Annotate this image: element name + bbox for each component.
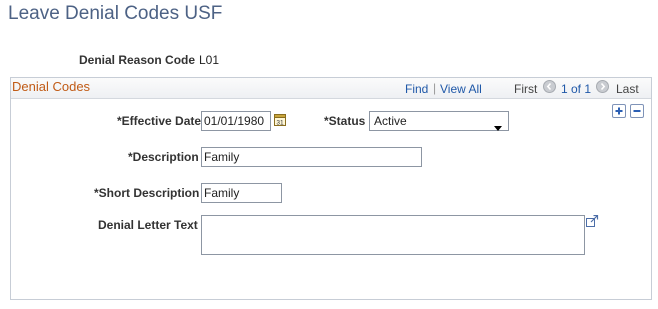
last-label: Last [616, 82, 639, 96]
short-description-input[interactable] [201, 183, 282, 203]
nav-separator: | [433, 81, 437, 95]
description-input[interactable] [201, 147, 422, 167]
view-all-link[interactable]: View All [440, 82, 482, 96]
description-label: *Description [128, 150, 199, 164]
row-position: 1 of 1 [561, 82, 592, 96]
chevron-left-icon[interactable] [543, 80, 556, 93]
status-select[interactable]: Active [369, 111, 509, 131]
plus-icon[interactable] [612, 104, 626, 118]
expand-icon[interactable] [586, 215, 599, 227]
minus-icon[interactable] [630, 104, 644, 118]
chevron-down-icon [494, 120, 502, 134]
page-title: Leave Denial Codes USF [8, 3, 223, 24]
status-value: Active [374, 114, 407, 128]
effective-date-label: *Effective Date [117, 114, 202, 128]
svg-text:31: 31 [276, 119, 284, 126]
first-label: First [514, 82, 538, 96]
effective-date-input[interactable] [201, 111, 271, 131]
status-label: *Status [324, 114, 366, 128]
denial-letter-text-label: Denial Letter Text [98, 218, 198, 232]
find-link[interactable]: Find [405, 82, 428, 96]
denial-reason-code-label: Denial Reason Code [79, 53, 196, 67]
chevron-right-icon[interactable] [596, 80, 609, 93]
short-description-label: *Short Description [94, 186, 200, 200]
calendar-icon[interactable]: 31 [274, 113, 286, 126]
panel-title: Denial Codes [12, 79, 91, 94]
denial-reason-code-value: L01 [199, 53, 220, 67]
denial-letter-text-input[interactable] [201, 215, 585, 255]
